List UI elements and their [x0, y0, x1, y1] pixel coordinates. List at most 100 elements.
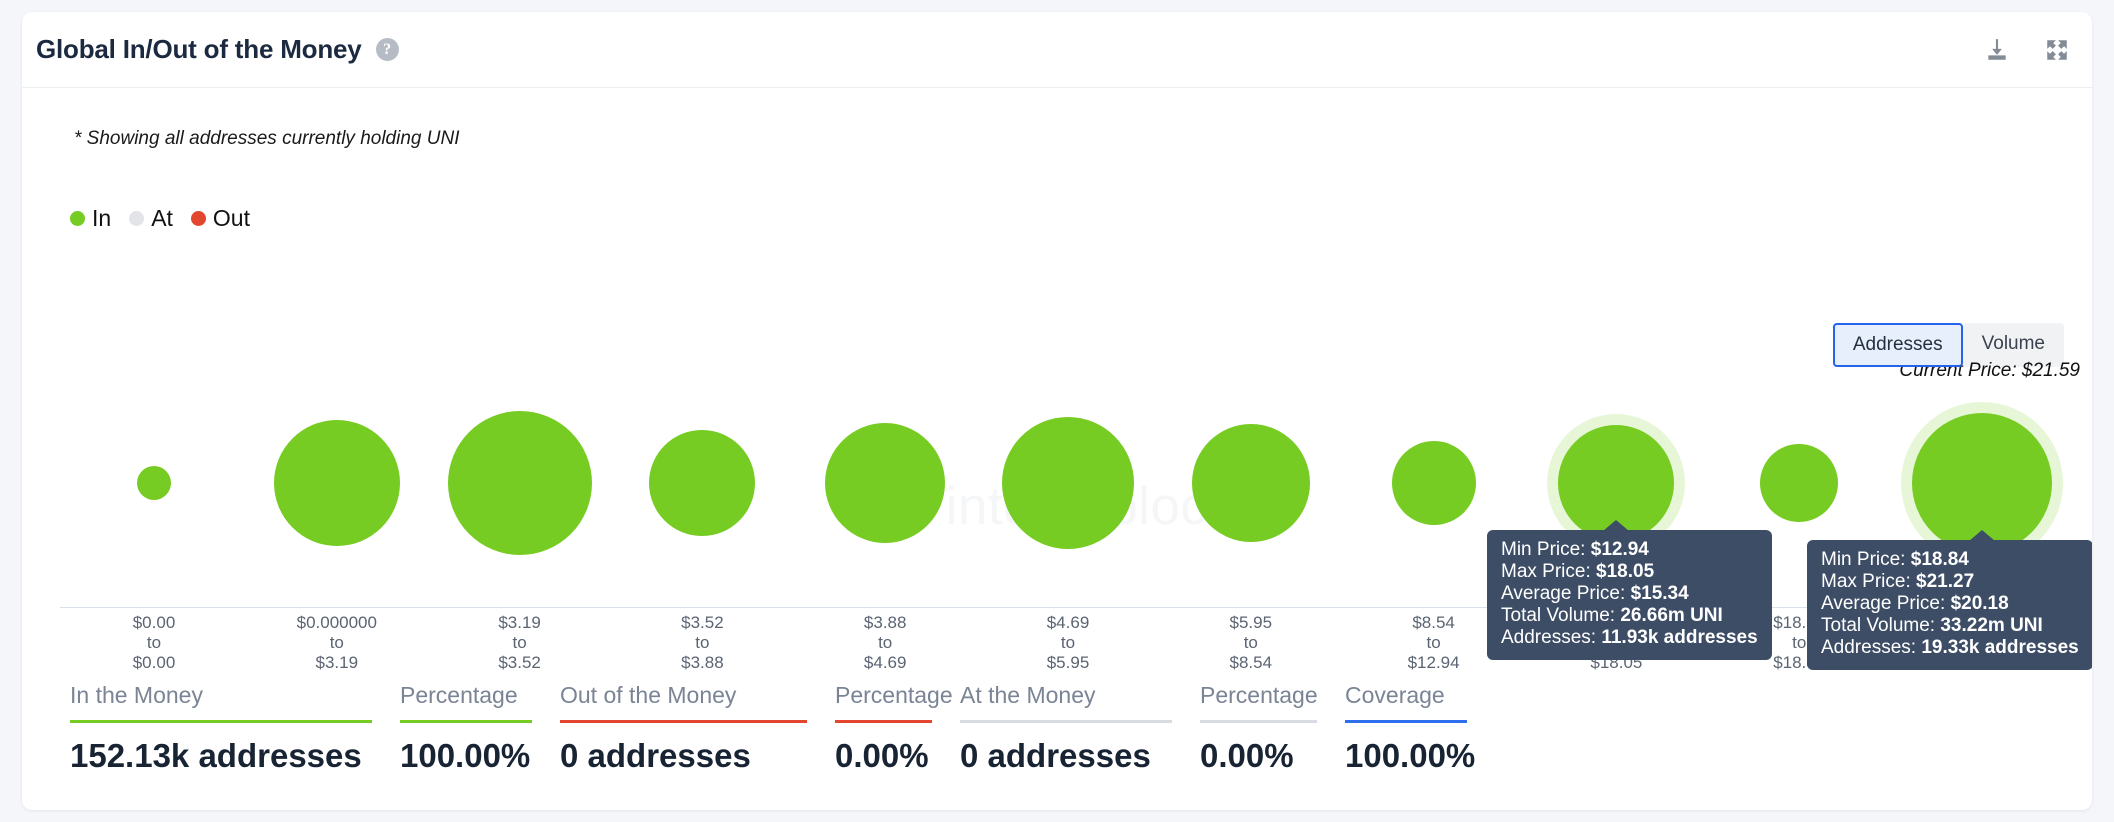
chart-card: Global In/Out of the Money ? * Showing a: [22, 12, 2092, 810]
bubble-bin-7[interactable]: [1392, 441, 1476, 525]
stat-percentage-1: Percentage100.00%: [400, 682, 560, 775]
stat-percentage-3: Percentage0.00%: [835, 682, 960, 775]
x-label-max: $5.95: [1047, 653, 1090, 673]
x-axis-label-5: $4.69to$5.95: [1047, 613, 1090, 673]
bubble-bin-6[interactable]: [1192, 424, 1310, 542]
tooltip-row-value: 19.33k addresses: [1921, 637, 2078, 658]
toggle-addresses-button[interactable]: Addresses: [1833, 323, 1963, 367]
tooltip-row: Average Price: $20.18: [1821, 593, 2079, 615]
stat-value: 100.00%: [400, 723, 560, 775]
card-body: * Showing all addresses currently holdin…: [22, 88, 2092, 809]
legend-item-out[interactable]: Out: [191, 205, 250, 232]
tooltip-arrow: [1969, 530, 1995, 541]
x-axis-label-2: $3.19to$3.52: [498, 613, 541, 673]
x-axis-label-1: $0.000000to$3.19: [297, 613, 377, 673]
tooltip-row: Min Price: $18.84: [1821, 549, 2079, 571]
x-label-to: to: [498, 633, 541, 653]
tooltip-row-value: $20.18: [1951, 593, 2009, 614]
tooltip-row-label: Max Price:: [1501, 561, 1596, 582]
x-label-max: $8.54: [1230, 653, 1273, 673]
stat-label: Percentage: [835, 682, 960, 720]
x-label-max: $3.19: [297, 653, 377, 673]
legend-label: In: [92, 205, 111, 232]
stat-label: Percentage: [400, 682, 560, 720]
bubble-bin-2[interactable]: [448, 411, 592, 555]
tooltip-row-value: 26.66m UNI: [1620, 605, 1722, 626]
x-label-to: to: [1047, 633, 1090, 653]
tooltip-row-label: Total Volume:: [1821, 615, 1940, 636]
x-axis-label-4: $3.88to$4.69: [864, 613, 907, 673]
tooltip-0: Min Price: $12.94Max Price: $18.05Averag…: [1487, 530, 1772, 660]
stat-label: Coverage: [1345, 682, 1495, 720]
tooltip-row: Max Price: $21.27: [1821, 571, 2079, 593]
tooltip-row-label: Average Price:: [1821, 593, 1951, 614]
stat-coverage-6: Coverage100.00%: [1345, 682, 1495, 775]
tooltip-row: Max Price: $18.05: [1501, 561, 1758, 583]
tooltip-row: Addresses: 19.33k addresses: [1821, 637, 2079, 659]
bubble-chart: intotheblock Current Price: $21.59: [22, 368, 2092, 608]
legend-dot-at-icon: [129, 211, 144, 226]
x-label-min: $0.00: [133, 613, 176, 633]
bubble-bin-1[interactable]: [274, 420, 400, 546]
stat-value: 0.00%: [835, 723, 960, 775]
tooltip-row: Average Price: $15.34: [1501, 583, 1758, 605]
x-label-max: $3.88: [681, 653, 724, 673]
legend-item-in[interactable]: In: [70, 205, 111, 232]
x-label-to: to: [864, 633, 907, 653]
tooltip-row-label: Max Price:: [1821, 571, 1916, 592]
stat-out-of-the-money-2: Out of the Money0 addresses: [560, 682, 835, 775]
stat-value: 100.00%: [1345, 723, 1495, 775]
bubble-bin-5[interactable]: [1002, 417, 1134, 549]
x-label-max: $12.94: [1408, 653, 1460, 673]
legend-item-at[interactable]: At: [129, 205, 173, 232]
x-label-max: $4.69: [864, 653, 907, 673]
x-label-min: $3.19: [498, 613, 541, 633]
stat-at-the-money-4: At the Money0 addresses: [960, 682, 1200, 775]
question-circle-icon[interactable]: ?: [376, 38, 399, 61]
legend-label: At: [151, 205, 173, 232]
x-label-min: $4.69: [1047, 613, 1090, 633]
tooltip-row-value: $15.34: [1631, 583, 1689, 604]
download-icon[interactable]: [1984, 37, 2010, 63]
x-label-to: to: [1408, 633, 1460, 653]
stat-value: 0 addresses: [560, 723, 835, 775]
tooltip-row-value: $21.27: [1916, 571, 1974, 592]
expand-icon[interactable]: [2044, 37, 2070, 63]
bubble-bin-3[interactable]: [649, 430, 755, 536]
tooltip-row-value: $18.84: [1911, 549, 1969, 570]
tooltip-row-label: Addresses:: [1501, 627, 1601, 648]
x-label-max: $0.00: [133, 653, 176, 673]
stat-label: In the Money: [70, 682, 400, 720]
tooltip-row: Addresses: 11.93k addresses: [1501, 627, 1758, 649]
x-label-to: to: [297, 633, 377, 653]
tooltip-row-value: 33.22m UNI: [1940, 615, 2042, 636]
x-axis-label-6: $5.95to$8.54: [1230, 613, 1273, 673]
tooltip-row-label: Addresses:: [1821, 637, 1921, 658]
bubble-bin-9[interactable]: [1760, 444, 1838, 522]
tooltip-row-label: Min Price:: [1501, 539, 1591, 560]
x-label-to: to: [133, 633, 176, 653]
tooltip-1: Min Price: $18.84Max Price: $21.27Averag…: [1807, 540, 2092, 670]
x-axis-labels: $0.00to$0.00$0.000000to$3.19$3.19to$3.52…: [22, 613, 2092, 683]
x-label-to: to: [681, 633, 724, 653]
tooltip-row: Total Volume: 26.66m UNI: [1501, 605, 1758, 627]
stat-value: 152.13k addresses: [70, 723, 400, 775]
tooltip-row: Min Price: $12.94: [1501, 539, 1758, 561]
legend-dot-out-icon: [191, 211, 206, 226]
header-actions: [1984, 37, 2070, 63]
stat-in-the-money-0: In the Money152.13k addresses: [70, 682, 400, 775]
tooltip-row-label: Min Price:: [1821, 549, 1911, 570]
x-label-max: $3.52: [498, 653, 541, 673]
bubble-bin-4[interactable]: [825, 423, 945, 543]
stat-label: Percentage: [1200, 682, 1345, 720]
tooltip-row-value: 11.93k addresses: [1601, 627, 1757, 648]
x-label-min: $3.52: [681, 613, 724, 633]
stat-value: 0.00%: [1200, 723, 1345, 775]
bubble-bin-0[interactable]: [137, 466, 171, 500]
x-label-min: $0.000000: [297, 613, 377, 633]
legend-dot-in-icon: [70, 211, 85, 226]
x-label-min: $3.88: [864, 613, 907, 633]
x-axis-label-3: $3.52to$3.88: [681, 613, 724, 673]
tooltip-row-label: Average Price:: [1501, 583, 1631, 604]
tooltip-row-value: $18.05: [1596, 561, 1654, 582]
